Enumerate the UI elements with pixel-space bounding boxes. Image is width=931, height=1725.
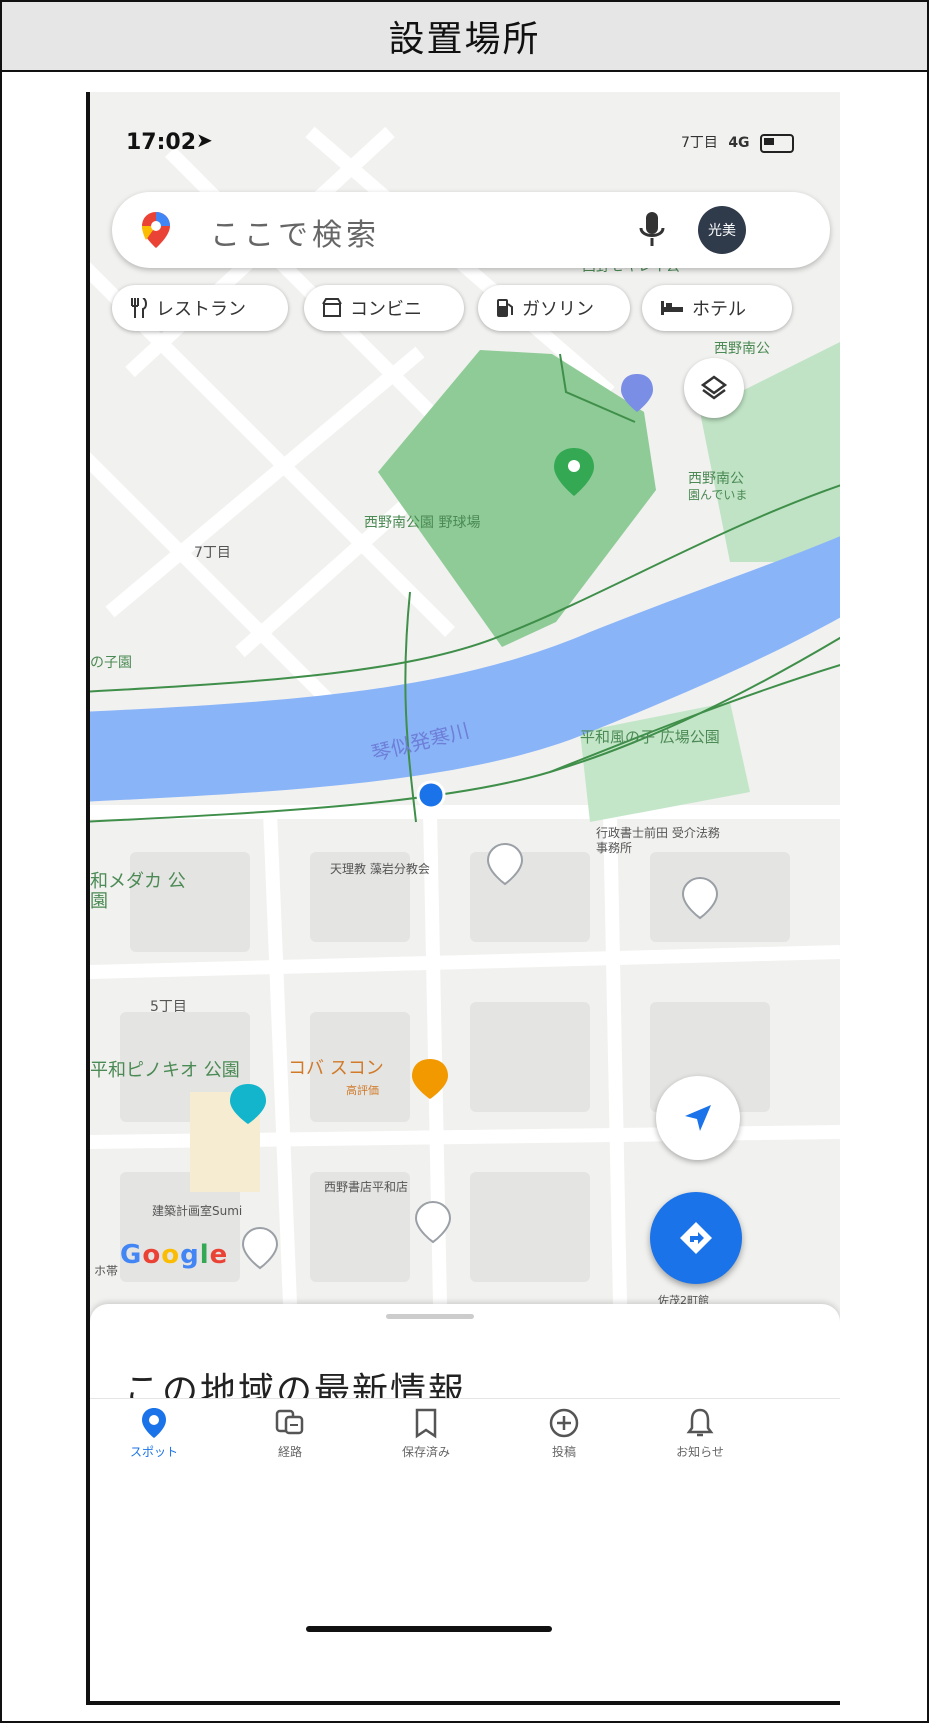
location-pin-icon [142, 1408, 166, 1438]
label-cafe-sub: 高評価 [346, 1084, 379, 1097]
label-bookstore: 西野書店平和店 [324, 1180, 409, 1194]
restaurant-icon [131, 298, 147, 318]
nav-label: 保存済み [401, 1445, 450, 1459]
nav-label: お知らせ [676, 1445, 724, 1459]
chip-restaurant[interactable]: レストラン [112, 285, 288, 331]
label-cafe: コバ スコン [288, 1058, 384, 1079]
label-park-right: 西野南公 [688, 471, 744, 487]
nav-item-post[interactable]: 投稿 [504, 1407, 624, 1460]
directions-icon [680, 1222, 712, 1254]
nav-item-route[interactable]: 経路 [230, 1407, 350, 1460]
google-logo: Google [120, 1240, 229, 1270]
bookmark-icon [415, 1408, 437, 1439]
chip-label: ホテル [692, 299, 746, 320]
nav-label: スポット [129, 1445, 178, 1459]
chip-gas-station[interactable]: ガソリン [478, 285, 630, 331]
maps-pin-icon [142, 212, 170, 248]
battery-icon [760, 133, 794, 153]
label-medaka-park: 和メダカ 公園 [90, 871, 186, 912]
status-location-text: 7丁目 [680, 135, 718, 151]
bell-icon [686, 1408, 714, 1437]
home-indicator [306, 1626, 552, 1632]
add-circle-icon [549, 1408, 579, 1438]
label-district-7: 7丁目 [194, 545, 231, 561]
location-arrow-icon: ➤ [196, 128, 213, 152]
commute-icon [275, 1409, 304, 1435]
nav-label: 投稿 [551, 1445, 576, 1459]
nav-item-notifications[interactable]: お知らせ [640, 1407, 760, 1460]
label-park-main: 西野南公園 野球場 [364, 515, 481, 531]
layers-icon [700, 375, 728, 400]
hotel-icon [661, 301, 683, 315]
label-church: 天理教 藻岩分教会 [330, 862, 430, 876]
status-bar: 17:02 ➤ 7丁目 4G [90, 112, 840, 172]
label-office: 行政書士前田 受介法務事務所 [596, 826, 720, 855]
chip-convenience-store[interactable]: コンビニ [304, 285, 464, 331]
sheet-drag-handle[interactable] [386, 1314, 474, 1319]
navigation-arrow-icon [685, 1105, 711, 1131]
chip-label: レストラン [156, 299, 246, 320]
status-time: 17:02 [126, 130, 197, 155]
status-network: 4G [728, 135, 750, 151]
label-left-bottom: ホ帯 [94, 1264, 119, 1278]
label-heiwa-park: 平和風の子 広場公園 [580, 728, 720, 746]
my-location-button[interactable] [656, 1076, 740, 1160]
search-bar[interactable]: ここで検索 光美 [112, 192, 830, 268]
directions-button[interactable] [650, 1192, 742, 1284]
label-left-park: の子園 [90, 655, 132, 671]
label-district-5: 5丁目 [150, 999, 187, 1015]
convenience-store-icon [322, 298, 342, 317]
chip-label: コンビニ [350, 299, 422, 320]
status-right: 7丁目 4G [681, 132, 794, 153]
nav-item-spot[interactable]: スポット [94, 1407, 214, 1460]
chip-hotel[interactable]: ホテル [642, 285, 792, 331]
label-architect: 建築計画室Sumi [152, 1204, 243, 1218]
label-park-top: 西野南公 [714, 341, 770, 357]
nav-item-saved[interactable]: 保存済み [366, 1407, 486, 1460]
avatar[interactable]: 光美 [698, 206, 746, 254]
bottom-navigation: スポット 経路 保存済み 投稿 お知らせ [90, 1398, 840, 1495]
layers-button[interactable] [684, 358, 744, 418]
phone-screenshot: 西野セキレイ公 西野南公 西野南公 園んでいま 西野南公園 野球場 7丁目 の子… [86, 92, 840, 1705]
gas-station-icon [497, 299, 513, 317]
bottom-sheet[interactable]: この地域の最新情報 [90, 1304, 840, 1701]
chip-label: ガソリン [522, 299, 594, 320]
search-input[interactable]: ここで検索 [210, 210, 380, 254]
label-pinocchio-park: 平和ピノキオ 公園 [90, 1060, 240, 1081]
nav-label: 経路 [277, 1445, 302, 1459]
current-location-dot [416, 780, 446, 810]
caption-title: 設置場所 [2, 2, 927, 72]
label-park-right-sub: 園んでいま [688, 488, 748, 502]
microphone-icon[interactable] [632, 208, 672, 252]
